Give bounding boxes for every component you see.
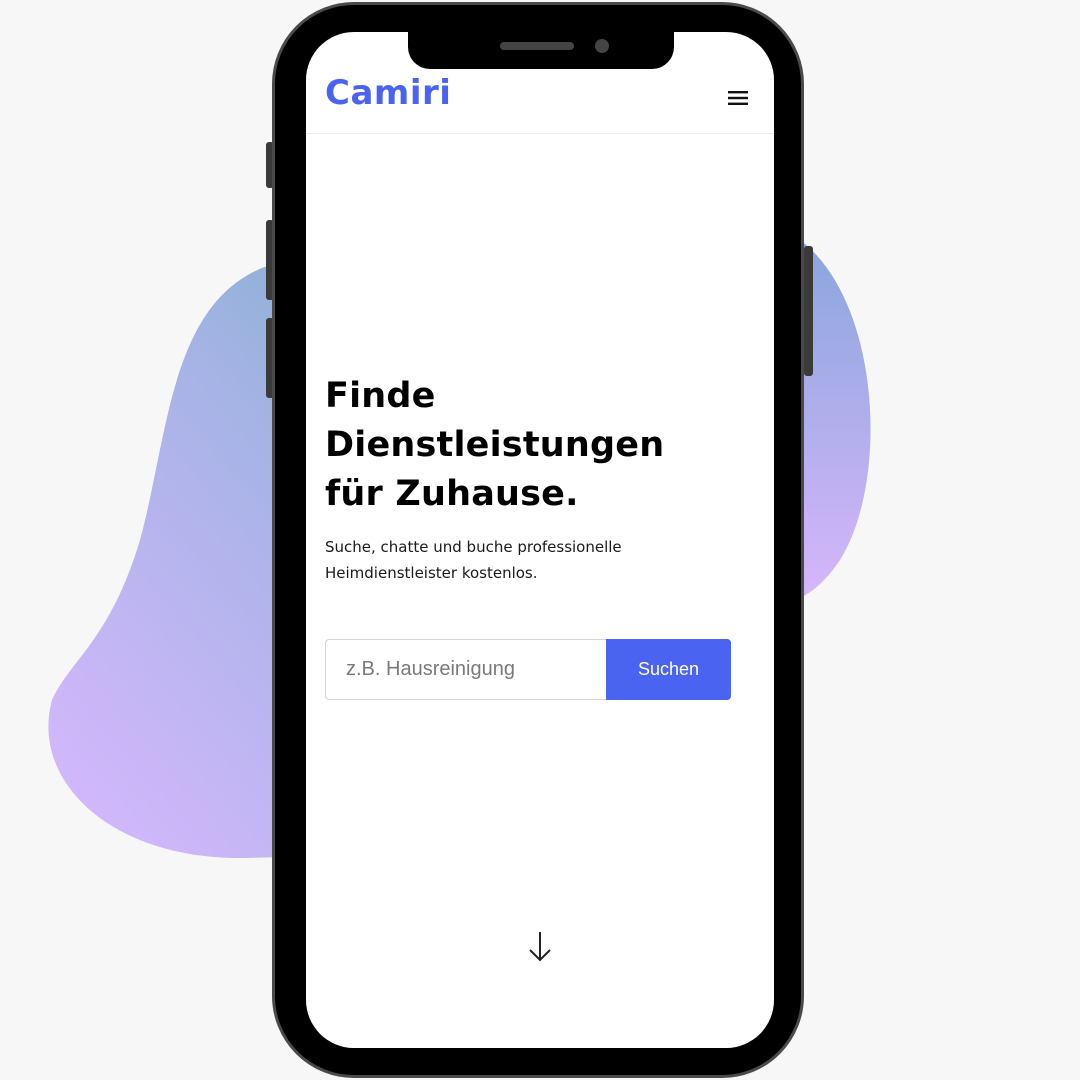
hero-title-line: Finde: [325, 376, 436, 416]
hamburger-menu-icon[interactable]: [720, 88, 758, 112]
phone-speaker: [500, 42, 574, 50]
hero-title-line: für Zuhause.: [325, 474, 579, 514]
hero-subtitle: Suche, chatte und buche professionelle H…: [325, 534, 755, 586]
hero-subtitle-line: Suche, chatte und buche professionelle: [325, 538, 622, 556]
mockup-stage: Camiri Finde Dienstleistungen für Zuhaus…: [0, 0, 1080, 1080]
search-input[interactable]: [325, 639, 606, 700]
hero-title-line: Dienstleistungen: [325, 425, 665, 465]
phone-power-button: [804, 246, 813, 376]
phone-front-camera: [595, 39, 609, 53]
hero-subtitle-line: Heimdienstleister kostenlos.: [325, 564, 538, 582]
phone-screen: Camiri Finde Dienstleistungen für Zuhaus…: [306, 32, 774, 1048]
search-button[interactable]: Suchen: [606, 639, 731, 700]
search-form: Suchen: [325, 639, 731, 700]
brand-logo[interactable]: Camiri: [325, 76, 451, 110]
hero-title: Finde Dienstleistungen für Zuhause.: [325, 372, 745, 519]
arrow-down-icon[interactable]: [528, 930, 552, 964]
